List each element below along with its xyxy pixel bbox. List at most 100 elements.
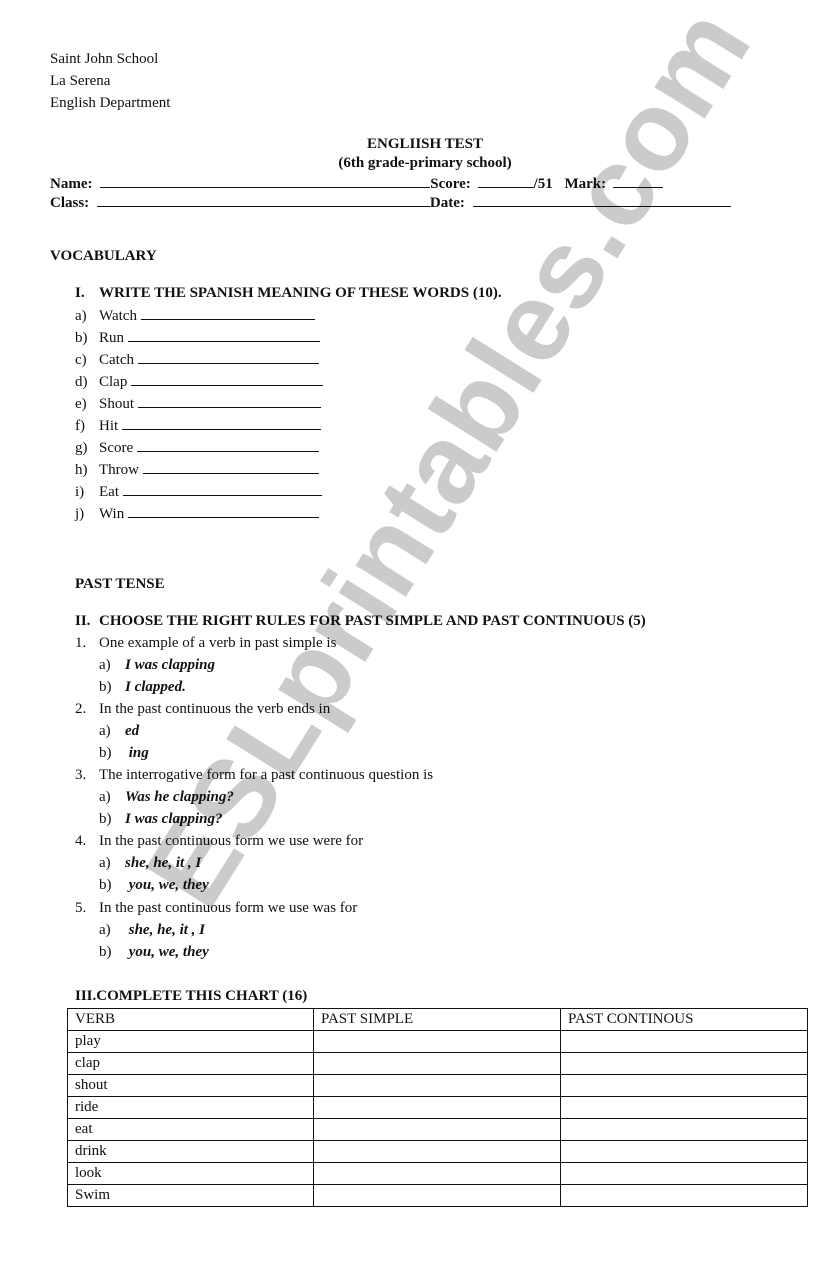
item-word: Catch — [99, 352, 134, 368]
past-tense-heading: PAST TENSE — [75, 576, 165, 592]
answer-line[interactable] — [142, 461, 319, 474]
instruction-number: II. — [75, 613, 91, 629]
worksheet: Saint John School La Serena English Depa… — [0, 0, 834, 1287]
question-number: 2. — [75, 701, 87, 717]
question: 3. The interrogative form for a past cont… — [75, 767, 433, 784]
past-continuous-cell[interactable] — [560, 1096, 808, 1119]
option[interactable]: b) ing — [99, 745, 149, 762]
instruction-text: CHOOSE THE RIGHT RULES FOR PAST SIMPLE A… — [99, 613, 646, 629]
past-simple-cell[interactable] — [313, 1030, 561, 1053]
past-continuous-cell[interactable] — [560, 1140, 808, 1163]
answer-line[interactable] — [137, 395, 321, 408]
table-row: drink — [67, 1140, 808, 1163]
past-continuous-cell[interactable] — [560, 1074, 808, 1097]
class-field[interactable] — [96, 194, 430, 207]
verb-cell: drink — [67, 1140, 314, 1163]
option-text: I was clapping? — [125, 811, 223, 827]
past-simple-cell[interactable] — [313, 1052, 561, 1075]
vocab-item: a) Watch — [75, 307, 315, 325]
option[interactable]: a) she, he, it , I — [99, 855, 201, 872]
past-simple-cell[interactable] — [313, 1074, 561, 1097]
past-simple-cell[interactable] — [313, 1162, 561, 1185]
column-header-verb: VERB — [67, 1008, 314, 1031]
answer-line[interactable] — [127, 505, 319, 518]
answer-line[interactable] — [137, 351, 319, 364]
option[interactable]: b) you, we, they — [99, 944, 209, 961]
option[interactable]: a) Was he clapping? — [99, 789, 234, 806]
vocabulary-instruction: I. WRITE THE SPANISH MEANING OF THESE WOR… — [75, 285, 502, 302]
answer-line[interactable] — [140, 307, 315, 320]
item-word: Clap — [99, 374, 128, 390]
item-letter: d) — [75, 374, 88, 390]
answer-line[interactable] — [121, 417, 321, 430]
verb-cell: Swim — [67, 1184, 314, 1207]
table-row: Swim — [67, 1184, 808, 1207]
item-letter: f) — [75, 418, 85, 434]
option-letter: a) — [99, 723, 111, 739]
option[interactable]: b) I clapped. — [99, 679, 186, 696]
past-continuous-cell[interactable] — [560, 1052, 808, 1075]
test-subtitle: (6th grade-primary school) — [338, 155, 512, 171]
item-letter: j) — [75, 506, 85, 522]
instruction-number: I. — [75, 285, 85, 301]
date-label: Date: — [429, 195, 465, 211]
date-field[interactable] — [472, 194, 731, 207]
question-text: In the past continuous form we use were … — [99, 833, 364, 849]
past-simple-cell[interactable] — [313, 1118, 561, 1141]
verb-cell: play — [67, 1030, 314, 1053]
option[interactable]: b) you, we, they — [99, 877, 209, 894]
question-number: 5. — [75, 900, 87, 916]
name-field[interactable] — [100, 175, 431, 188]
option[interactable]: b) I was clapping? — [99, 811, 223, 828]
past-continuous-cell[interactable] — [560, 1118, 808, 1141]
item-word: Eat — [99, 484, 119, 500]
option-letter: a) — [99, 922, 111, 938]
answer-line[interactable] — [136, 439, 319, 452]
option-text: ed — [125, 723, 140, 739]
test-title: ENGLIISH TEST — [366, 136, 484, 152]
vocab-item: d) Clap — [75, 373, 324, 391]
question: 1. One example of a verb in past simple i… — [75, 635, 336, 652]
option-text: I was clapping — [125, 657, 216, 673]
question: 5. In the past continuous form we use was… — [75, 900, 357, 917]
option[interactable]: a) I was clapping — [99, 657, 215, 674]
item-word: Shout — [99, 396, 135, 412]
vocab-item: c) Catch — [75, 351, 319, 369]
option[interactable]: a) ed — [99, 723, 139, 740]
item-word: Hit — [99, 418, 119, 434]
item-letter: i) — [75, 484, 85, 500]
option-text: you, we, they — [125, 877, 209, 893]
table-row: shout — [67, 1074, 808, 1097]
item-letter: b) — [75, 330, 88, 346]
name-score-row: Name: Score: /51 Mark: — [50, 175, 663, 193]
verb-cell: eat — [67, 1118, 314, 1141]
option-letter: b) — [99, 745, 112, 761]
option[interactable]: a) she, he, it , I — [99, 922, 205, 939]
mark-label: Mark: — [564, 176, 607, 192]
item-letter: a) — [75, 308, 87, 324]
table-row: ride — [67, 1096, 808, 1119]
verb-cell: clap — [67, 1052, 314, 1075]
answer-line[interactable] — [131, 373, 324, 386]
question-text: One example of a verb in past simple is — [99, 635, 337, 651]
class-label: Class: — [50, 195, 90, 211]
item-word: Score — [99, 440, 134, 456]
past-continuous-cell[interactable] — [560, 1162, 808, 1185]
past-continuous-cell[interactable] — [560, 1030, 808, 1053]
past-continuous-cell[interactable] — [560, 1184, 808, 1207]
past-simple-cell[interactable] — [313, 1140, 561, 1163]
item-letter: c) — [75, 352, 87, 368]
table-row: look — [67, 1162, 808, 1185]
name-label: Name: — [50, 176, 93, 192]
answer-line[interactable] — [122, 483, 322, 496]
question: 4. In the past continuous form we use wer… — [75, 833, 363, 850]
score-field[interactable] — [477, 175, 534, 188]
table-row: play — [67, 1030, 808, 1053]
option-letter: b) — [99, 944, 112, 960]
past-simple-cell[interactable] — [313, 1184, 561, 1207]
mark-field[interactable] — [612, 175, 663, 188]
past-simple-cell[interactable] — [313, 1096, 561, 1119]
option-letter: a) — [99, 789, 111, 805]
answer-line[interactable] — [127, 329, 320, 342]
vocabulary-heading: VOCABULARY — [50, 248, 157, 264]
